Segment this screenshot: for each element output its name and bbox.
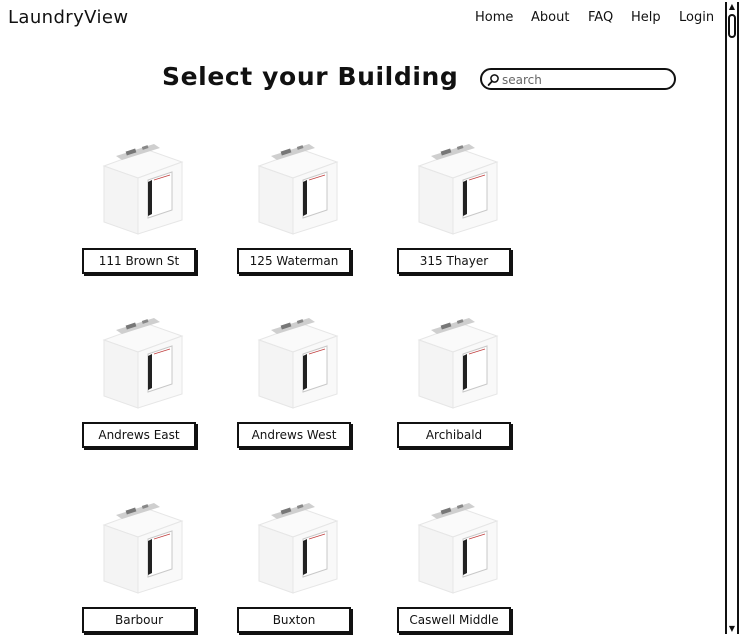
washing-machine-icon xyxy=(257,503,339,594)
building-label[interactable]: Andrews West xyxy=(237,422,351,448)
search-field[interactable] xyxy=(480,68,676,90)
building-label[interactable]: 125 Waterman xyxy=(237,248,351,274)
washing-machine-icon xyxy=(417,503,499,594)
washing-machine-icon xyxy=(102,503,184,594)
nav-home-link[interactable]: Home xyxy=(475,10,513,25)
app-logo[interactable]: LaundryView xyxy=(8,7,128,28)
washing-machine-icon xyxy=(257,318,339,409)
building-label[interactable]: Buxton xyxy=(237,607,351,633)
nav-faq-link[interactable]: FAQ xyxy=(588,10,613,25)
page-title: Select your Building xyxy=(162,62,459,91)
washing-machine-icon xyxy=(102,318,184,409)
building-label[interactable]: Caswell Middle xyxy=(397,607,511,633)
building-tile[interactable]: Barbour xyxy=(82,503,200,643)
building-tile[interactable]: Archibald xyxy=(397,318,515,458)
building-label[interactable]: Archibald xyxy=(397,422,511,448)
building-tile[interactable]: Caswell Middle xyxy=(397,503,515,643)
washing-machine-icon xyxy=(257,144,339,235)
washing-machine-icon xyxy=(417,318,499,409)
washing-machine-icon xyxy=(417,144,499,235)
building-label[interactable]: 315 Thayer xyxy=(397,248,511,274)
search-icon xyxy=(487,74,499,86)
building-tile[interactable]: 315 Thayer xyxy=(397,144,515,284)
arrow-up-icon[interactable]: ▲ xyxy=(727,2,737,12)
building-label[interactable]: Andrews East xyxy=(82,422,196,448)
building-tile[interactable]: Andrews East xyxy=(82,318,200,458)
building-tile[interactable]: 125 Waterman xyxy=(237,144,355,284)
nav-login-link[interactable]: Login xyxy=(679,10,714,25)
scrollbar-thumb[interactable] xyxy=(728,14,736,38)
arrow-down-icon[interactable]: ▼ xyxy=(727,624,737,634)
nav-about-link[interactable]: About xyxy=(531,10,569,25)
building-tile[interactable]: Andrews West xyxy=(237,318,355,458)
nav-help-link[interactable]: Help xyxy=(631,10,661,25)
vertical-scrollbar[interactable]: ▲ ▼ xyxy=(725,2,739,634)
building-tile[interactable]: Buxton xyxy=(237,503,355,643)
building-label[interactable]: 111 Brown St xyxy=(82,248,196,274)
building-tile[interactable]: 111 Brown St xyxy=(82,144,200,284)
washing-machine-icon xyxy=(102,144,184,235)
search-input[interactable] xyxy=(502,71,670,88)
building-label[interactable]: Barbour xyxy=(82,607,196,633)
